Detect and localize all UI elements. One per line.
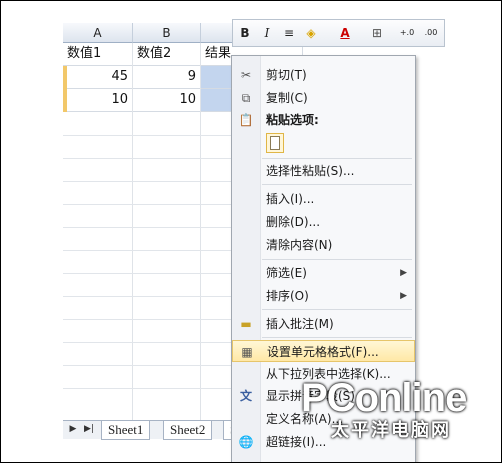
menu-item-clear-contents[interactable]: 清除内容(N) — [232, 234, 415, 256]
app-window: A B C 数值1 数值2 结果 45 9 10 10 ▶ ▶| Sheet1 … — [0, 0, 502, 463]
bold-button[interactable]: B — [235, 24, 255, 42]
gridline — [200, 43, 201, 433]
phonetic-icon: 文 — [239, 389, 252, 403]
column-header-b[interactable]: B — [133, 23, 201, 43]
font-color-button[interactable]: A — [335, 24, 355, 42]
comment-icon: ▬ — [240, 317, 252, 331]
clipboard-icon — [270, 136, 280, 150]
cell-b3[interactable]: 10 — [133, 89, 201, 112]
menu-item-paste-special[interactable]: 选择性粘贴(S)... — [232, 160, 415, 182]
mini-format-toolbar: B I ≡ ◈ A ⊞ +.0 .00 — [232, 19, 445, 47]
menu-item-copy[interactable]: ⧉ 复制(C) — [232, 87, 415, 109]
menu-item-sort[interactable]: 排序(O) ▶ — [232, 285, 415, 307]
scissors-icon: ✂ — [240, 68, 252, 82]
menu-item-format-cells[interactable]: ▦ 设置单元格格式(F)... — [232, 340, 415, 362]
borders-button[interactable]: ⊞ — [367, 24, 387, 42]
menu-separator — [262, 337, 412, 338]
cell-a3[interactable]: 10 — [63, 89, 133, 112]
paste-icon: 📋 — [238, 113, 254, 127]
copy-icon: ⧉ — [241, 91, 251, 105]
cell-b1[interactable]: 数值2 — [133, 43, 201, 66]
pconline-watermark: PConline 太平洋电脑网 — [301, 376, 491, 446]
menu-separator — [262, 309, 412, 310]
menu-item-insert[interactable]: 插入(I)... — [232, 188, 415, 210]
decrease-decimal-button[interactable]: .00 — [421, 24, 441, 42]
italic-button[interactable]: I — [257, 24, 277, 42]
cell-b2[interactable]: 9 — [133, 66, 201, 89]
menu-item-cut[interactable]: ✂ 剪切(T) — [232, 64, 415, 86]
fill-color-button[interactable]: ◈ — [301, 24, 321, 42]
increase-decimal-button[interactable]: +.0 — [397, 24, 417, 42]
align-center-button[interactable]: ≡ — [279, 24, 299, 42]
menu-separator — [262, 259, 412, 260]
watermark-brand: PConline — [301, 376, 467, 420]
menu-item-filter[interactable]: 筛选(E) ▶ — [232, 262, 415, 284]
watermark-tagline: 太平洋电脑网 — [331, 420, 451, 441]
hyperlink-icon: 🌐 — [238, 435, 254, 449]
cell-a2[interactable]: 45 — [63, 66, 133, 89]
cell-a1[interactable]: 数值1 — [63, 43, 133, 66]
menu-item-paste-options: 📋 粘贴选项: — [238, 113, 319, 127]
format-cells-icon: ▦ — [241, 345, 253, 359]
gridline — [132, 43, 133, 433]
submenu-arrow-icon: ▶ — [400, 268, 407, 278]
paste-option-button[interactable] — [266, 133, 284, 153]
row-header-marker — [63, 89, 67, 112]
tab-scroll-prev-icon[interactable]: ▶ — [67, 423, 79, 435]
menu-separator — [262, 158, 412, 159]
sheet-tab-sheet2[interactable]: Sheet2 — [163, 421, 213, 440]
menu-separator — [262, 184, 412, 185]
column-header-a[interactable]: A — [63, 23, 133, 43]
menu-item-insert-comment[interactable]: ▬ 插入批注(M) — [232, 313, 415, 335]
tab-scroll-last-icon[interactable]: ▶| — [83, 423, 95, 435]
sheet-tab-sheet1[interactable]: Sheet1 — [101, 421, 151, 440]
sheet-tab-bar: ▶ ▶| Sheet1 Sheet2 S — [63, 420, 253, 440]
menu-item-delete[interactable]: 删除(D)... — [232, 211, 415, 233]
row-header-marker — [63, 66, 67, 89]
submenu-arrow-icon: ▶ — [400, 291, 407, 301]
